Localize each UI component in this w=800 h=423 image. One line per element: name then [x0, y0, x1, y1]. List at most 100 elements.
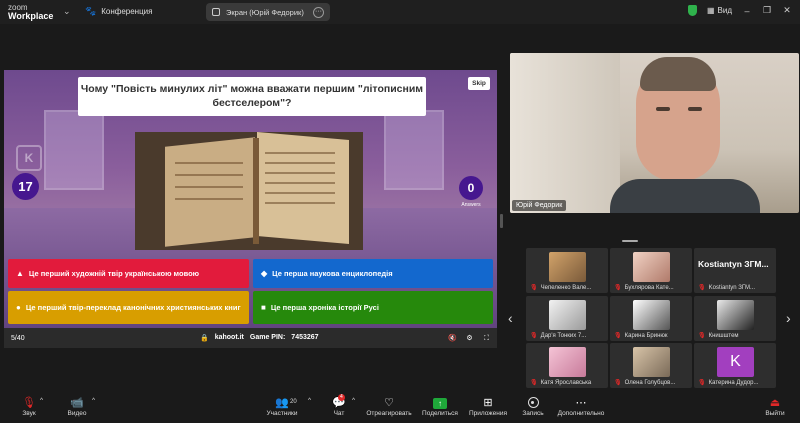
chat-badge: 4 — [338, 394, 345, 401]
question-progress: 5/40 — [11, 334, 25, 342]
share-screen-icon: ↑ — [433, 398, 447, 409]
book-text-line — [265, 202, 335, 204]
close-icon[interactable]: ✕ — [782, 5, 792, 16]
participants-options-icon[interactable]: ^ — [308, 397, 311, 404]
background-window — [44, 110, 104, 190]
diamond-icon: ◆ — [261, 269, 268, 278]
react-button[interactable]: ♡ Отреагировать — [364, 397, 414, 417]
shield-icon[interactable] — [687, 5, 697, 16]
participants-button[interactable]: 👥 20 Участники — [262, 397, 302, 417]
book-text-line — [175, 174, 243, 176]
participant-tile[interactable]: Kostiantyn ЗГМ... 🎙 Kostiantyn ЗГМ... — [694, 248, 776, 293]
answer-text: Це перша хроніка історії Русі — [270, 303, 379, 312]
participant-name: Катерина Дудор... — [708, 379, 759, 386]
participant-tile[interactable]: 🎙 Катя Ярославська — [526, 343, 608, 388]
split-handle[interactable] — [500, 214, 503, 228]
title-bar: zoom Workplace ⌄ 🐾 Конференция Экран (Юр… — [0, 0, 800, 24]
zoom-logo: zoom Workplace — [8, 3, 54, 21]
book-text-line — [265, 182, 335, 184]
gallery-next-icon[interactable]: › — [786, 310, 791, 326]
screen-share-pill[interactable]: Экран (Юрій Федорик) ··· — [206, 3, 330, 21]
muted-mic-icon: 🎙 — [614, 380, 622, 386]
skip-button[interactable]: Skip — [468, 77, 490, 90]
participant-tile[interactable]: 🎙 Чепеленко Вале... — [526, 248, 608, 293]
leave-button[interactable]: ⏏ Выйти — [763, 397, 787, 417]
question-text: Чому "Повість минулих літ" можна вважати… — [78, 77, 426, 116]
book-text-line — [265, 152, 335, 154]
game-pin-label: Game PIN: — [249, 334, 286, 341]
gallery-handle[interactable] — [622, 240, 638, 242]
muted-mic-icon: 🎙 — [698, 333, 706, 339]
screen-share-label: Экран (Юрій Федорик) — [226, 7, 304, 17]
video-options-icon[interactable]: ^ — [92, 397, 95, 404]
answer-text: Це перший художній твір українською мово… — [28, 269, 200, 278]
settings-icon[interactable]: ⚙ — [465, 334, 474, 343]
record-button[interactable]: Запись — [518, 397, 548, 417]
avatar-initial: K — [717, 347, 754, 377]
muted-mic-icon: 🎙 — [614, 285, 622, 291]
speaker-name: Юрій Федорик — [512, 200, 567, 211]
book-spine — [253, 138, 259, 244]
participant-tile[interactable]: 🎙 Олена Голубцов... — [610, 343, 692, 388]
book-text-line — [175, 186, 243, 188]
book-text-line — [265, 162, 335, 164]
avatar — [633, 252, 670, 282]
minimize-icon[interactable]: – — [742, 6, 752, 16]
participant-name: Дар'я Тонких 7... — [540, 332, 587, 339]
participant-display-name: Kostiantyn ЗГМ... — [698, 259, 769, 269]
more-options-icon[interactable]: ··· — [313, 6, 324, 18]
screen-icon — [212, 8, 220, 16]
book-page-left — [165, 137, 255, 247]
lock-icon: 🔒 — [200, 335, 209, 342]
kahoot-site: kahoot.it — [214, 334, 244, 341]
speaker-eye — [656, 107, 670, 111]
participant-name: Олена Голубцов... — [624, 379, 676, 386]
restore-icon[interactable]: ❐ — [762, 5, 772, 16]
audio-options-icon[interactable]: ^ — [40, 397, 43, 404]
answer-circle[interactable]: ● Це перший твір-переклад канонічних хри… — [8, 291, 249, 324]
paw-icon: 🐾 — [85, 6, 97, 16]
more-button[interactable]: ⋯ Дополнительно — [556, 397, 606, 417]
participant-name: Книшштем — [708, 332, 739, 339]
leave-icon: ⏏ — [769, 397, 781, 409]
video-button[interactable]: 📹 Видео — [62, 397, 92, 417]
participant-tile[interactable]: K 🎙 Катерина Дудор... — [694, 343, 776, 388]
participant-name: Катя Ярославська — [540, 379, 592, 386]
fullscreen-icon[interactable]: ⛶ — [482, 334, 491, 343]
avatar — [549, 347, 586, 377]
meeting-info[interactable]: 🐾 Конференция — [85, 6, 152, 17]
participant-tile[interactable]: 🎙 Бухлярова Кате... — [610, 248, 692, 293]
view-button[interactable]: ▦ Вид — [707, 6, 732, 15]
participant-name: Карина Бринюк — [624, 332, 668, 339]
participant-tile[interactable]: 🎙 Карина Бринюк — [610, 296, 692, 341]
background-curtain — [510, 53, 620, 213]
answer-diamond[interactable]: ◆ Це перша наукова енциклопедія — [253, 259, 493, 288]
meeting-label: Конференция — [101, 7, 153, 16]
kahoot-emblem-icon: K — [16, 145, 42, 171]
circle-icon: ● — [16, 303, 21, 312]
answer-square[interactable]: ■ Це перша хроніка історії Русі — [253, 291, 493, 324]
share-button[interactable]: ↑ Поделиться — [420, 397, 460, 417]
speaker-shirt — [610, 179, 760, 213]
answers-count: 0 — [459, 176, 483, 200]
answer-text: Це перший твір-переклад канонічних христ… — [25, 303, 241, 312]
chat-button[interactable]: 💬 4 Чат — [330, 394, 348, 417]
avatar — [717, 300, 754, 330]
game-info: 🔒 kahoot.it Game PIN: 7453267 — [200, 334, 319, 342]
muted-mic-icon: 🎙 — [530, 380, 538, 386]
chat-options-icon[interactable]: ^ — [352, 397, 355, 404]
participant-tile[interactable]: 🎙 Дар'я Тонких 7... — [526, 296, 608, 341]
gallery-prev-icon[interactable]: ‹ — [508, 310, 513, 326]
participant-tile[interactable]: 🎙 Книшштем — [694, 296, 776, 341]
answer-triangle[interactable]: ▲ Це перший художній твір українською мо… — [8, 259, 249, 288]
apps-button[interactable]: ⊞ Приложения — [468, 397, 508, 417]
mute-sound-icon[interactable]: 🔇 — [448, 334, 457, 343]
participant-name: Бухлярова Кате... — [624, 284, 674, 291]
chevron-down-icon[interactable]: ⌄ — [63, 6, 71, 17]
avatar — [549, 300, 586, 330]
book-text-line — [175, 162, 243, 164]
book-text-line — [265, 192, 335, 194]
speaker-hair — [640, 57, 716, 91]
muted-mic-icon: 🎙 — [614, 333, 622, 339]
muted-mic-icon: 🎙 — [698, 285, 706, 291]
